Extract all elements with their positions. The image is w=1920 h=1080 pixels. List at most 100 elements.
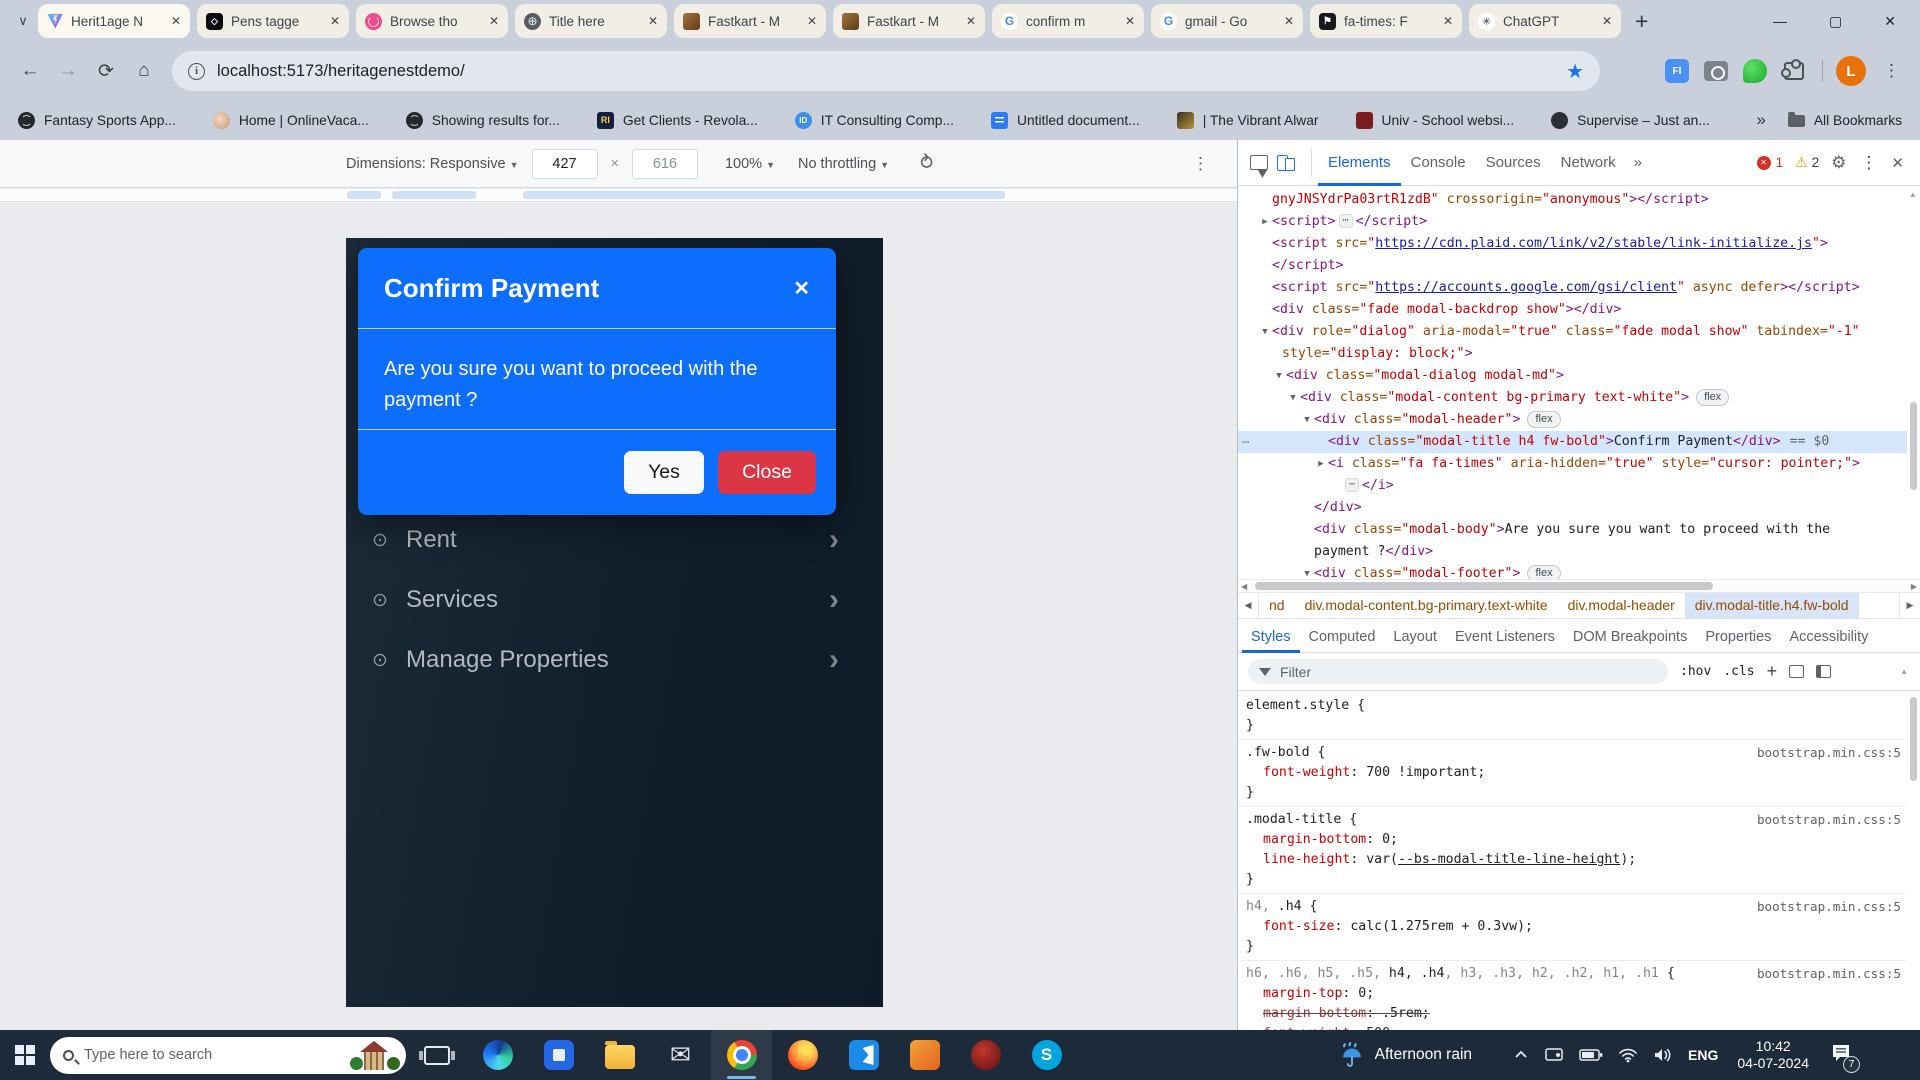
bookmark-item[interactable]: RIGet Clients - Revola... [597, 112, 758, 129]
stylesheet-link[interactable]: bootstrap.min.css:5 [1757, 810, 1901, 830]
style-rule[interactable]: bootstrap.min.css:5.fw-bold {font-weight… [1238, 740, 1907, 807]
menu-item[interactable]: ⊙Services› [346, 570, 883, 630]
close-button[interactable]: Close [718, 451, 816, 494]
device-toggle-icon[interactable] [1277, 154, 1295, 171]
camera-extension-icon[interactable] [1701, 56, 1731, 86]
style-rule[interactable]: bootstrap.min.css:5.modal-title {margin-… [1238, 807, 1907, 894]
tab-close-icon[interactable]: ✕ [330, 14, 340, 28]
tab-close-icon[interactable]: ✕ [1443, 14, 1453, 28]
code-line[interactable]: ▼<div class="modal-content bg-primary te… [1238, 387, 1907, 409]
bookmark-item[interactable]: | The Vibrant Alwar [1177, 112, 1319, 129]
css-declaration[interactable]: margin-bottom: .5rem; [1246, 1004, 1899, 1024]
media-query-segment[interactable] [347, 191, 381, 199]
tab-close-icon[interactable]: ✕ [1602, 14, 1612, 28]
styles-scroll-up-icon[interactable]: ▲ [1900, 667, 1910, 676]
tab-search-chevron-icon[interactable]: ∨ [8, 13, 38, 29]
tab-close-icon[interactable]: ✕ [171, 14, 181, 28]
menu-item[interactable]: ⊙Rent› [346, 510, 883, 570]
stylesheet-link[interactable]: bootstrap.min.css:5 [1757, 964, 1901, 984]
bookmark-item[interactable]: Supervise – Just an... [1551, 112, 1710, 129]
weather-widget[interactable]: Afternoon rain [1339, 1042, 1472, 1068]
css-declaration[interactable]: line-height: var(--bs-modal-title-line-h… [1246, 850, 1899, 870]
panel-tab-dom-breakpoints[interactable]: DOM Breakpoints [1564, 619, 1696, 653]
browser-tab[interactable]: Fastkart - M✕ [833, 4, 985, 38]
address-bar[interactable]: i localhost:5173/heritagenestdemo/ ★ [172, 51, 1600, 91]
fonts-extension-icon[interactable]: FI [1662, 56, 1692, 86]
battery-icon[interactable] [1579, 1048, 1603, 1062]
start-button[interactable] [0, 1030, 50, 1080]
style-rule[interactable]: bootstrap.min.css:5h6, .h6, h5, .h5, h4,… [1238, 961, 1907, 1030]
bookmark-item[interactable]: Univ - School websi... [1356, 112, 1515, 129]
extensions-puzzle-icon[interactable] [1779, 56, 1809, 86]
more-tabs-icon[interactable]: » [1626, 154, 1650, 171]
devtools-tab-network[interactable]: Network [1551, 140, 1626, 186]
restore-icon[interactable]: ▢ [1829, 13, 1842, 30]
rotate-icon[interactable]: ⥁ [920, 152, 933, 175]
chrome-taskbar-icon[interactable] [711, 1030, 772, 1080]
breadcrumb-item[interactable]: div.modal-header [1558, 593, 1685, 619]
stylesheet-link[interactable]: bootstrap.min.css:5 [1757, 897, 1901, 917]
panel-tab-layout[interactable]: Layout [1384, 619, 1446, 653]
site-info-icon[interactable]: i [188, 63, 205, 80]
error-badge[interactable]: ✕1 [1757, 155, 1784, 170]
collapsed-content-icon[interactable]: ⋯ [1339, 214, 1353, 228]
css-declaration[interactable]: margin-bottom: 0; [1246, 830, 1899, 850]
style-rule[interactable]: element.style {} [1238, 693, 1907, 740]
media-query-segment[interactable] [523, 191, 1005, 199]
code-line[interactable]: <div class="modal-body">Are you sure you… [1238, 519, 1907, 541]
tab-close-icon[interactable]: ✕ [1125, 14, 1135, 28]
throttling-select[interactable]: No throttling▼ [798, 156, 889, 172]
all-bookmarks-button[interactable]: All Bookmarks [1788, 113, 1902, 128]
width-input[interactable]: 427 [532, 149, 598, 179]
browser-tab[interactable]: ✳ChatGPT✕ [1469, 4, 1621, 38]
hov-toggle[interactable]: :hov [1680, 664, 1711, 679]
css-declaration[interactable]: margin-top: 0; [1246, 984, 1899, 1004]
new-style-rule-icon[interactable]: + [1767, 661, 1778, 682]
browser-tab[interactable]: Browse tho✕ [356, 4, 508, 38]
zoom-select[interactable]: 100%▼ [725, 156, 775, 172]
home-icon[interactable]: ⌂ [126, 53, 162, 89]
cast-device-icon[interactable] [1544, 1046, 1564, 1064]
expand-arrow-icon[interactable]: ▼ [1300, 409, 1314, 431]
back-icon[interactable]: ← [12, 53, 48, 89]
tab-close-icon[interactable]: ✕ [807, 14, 817, 28]
breadcrumb-item[interactable]: div.modal-title.h4.fw-bold [1685, 593, 1859, 619]
flex-badge[interactable]: flex [1696, 389, 1729, 406]
code-line[interactable]: ▼<div class="modal-header">flex [1238, 409, 1907, 431]
modal-close-icon[interactable]: ✕ [793, 276, 810, 301]
yes-button[interactable]: Yes [624, 451, 704, 494]
edge-taskbar-icon[interactable] [467, 1030, 528, 1080]
inspect-icon[interactable] [1250, 155, 1268, 170]
expand-arrow-icon[interactable]: ▼ [1300, 563, 1314, 579]
hidden-icons-chevron-icon[interactable] [1513, 1047, 1529, 1063]
code-line[interactable]: ▶<script>⋯</script> [1238, 211, 1907, 233]
close-icon[interactable]: ✕ [1884, 13, 1896, 30]
menu-item[interactable]: ⊙Manage Properties› [346, 630, 883, 690]
warning-badge[interactable]: ⚠2 [1795, 154, 1819, 171]
breadcrumb-item[interactable]: nd [1259, 593, 1295, 619]
tab-close-icon[interactable]: ✕ [966, 14, 976, 28]
taskbar-clock[interactable]: 10:42 04-07-2024 [1737, 1038, 1809, 1072]
breadcrumb-scroll-right-icon[interactable]: ▶ [1899, 593, 1920, 619]
filter-input[interactable]: Filter [1248, 659, 1668, 684]
more-actions-icon[interactable]: ⋯ [1242, 431, 1249, 453]
panel-tab-styles[interactable]: Styles [1242, 619, 1300, 653]
devtools-close-icon[interactable]: ✕ [1891, 154, 1904, 172]
blueapp-taskbar-icon[interactable] [528, 1030, 589, 1080]
new-tab-button[interactable]: + [1635, 8, 1648, 35]
elements-vertical-scrollbar[interactable]: ▲ [1907, 187, 1920, 579]
computed-sidebar-icon[interactable] [1816, 665, 1831, 678]
bookmark-item[interactable]: Untitled document... [991, 112, 1140, 129]
volume-icon[interactable] [1653, 1047, 1673, 1063]
code-line[interactable]: payment ?</div> [1238, 541, 1907, 563]
browser-tab[interactable]: Herit1age N✕ [38, 4, 190, 38]
collapsed-content-icon[interactable]: ⋯ [1345, 478, 1359, 492]
expand-arrow-icon[interactable]: ▼ [1286, 387, 1300, 409]
devtools-tab-sources[interactable]: Sources [1476, 140, 1551, 186]
browser-tab[interactable]: Ggmail - Go✕ [1151, 4, 1303, 38]
bookmark-item[interactable]: Showing results for... [406, 112, 560, 129]
code-line[interactable]: style="display: block;"> [1238, 343, 1907, 365]
flex-badge[interactable]: flex [1527, 565, 1560, 579]
collapse-arrow-icon[interactable]: ▶ [1314, 453, 1328, 475]
language-indicator[interactable]: ENG [1688, 1047, 1718, 1063]
